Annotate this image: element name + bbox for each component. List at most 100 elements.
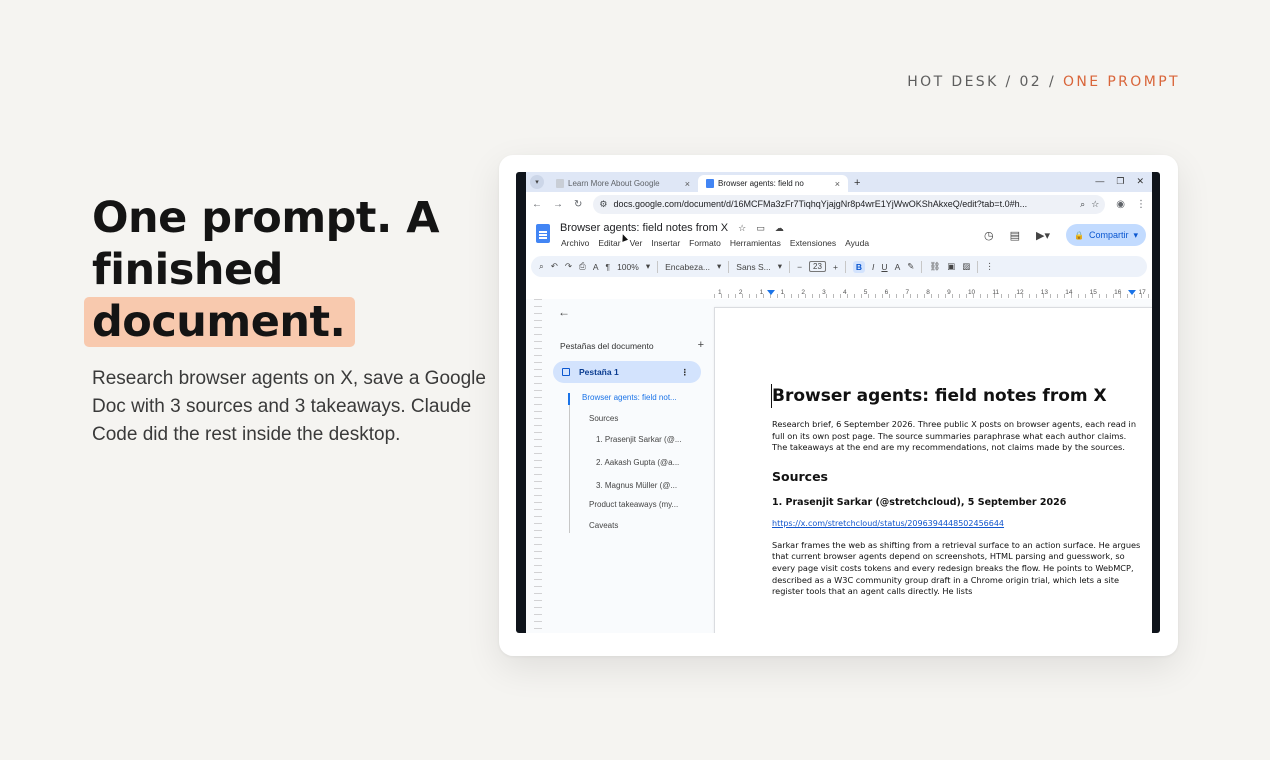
ruler-number: 12 (1016, 289, 1024, 296)
print-icon[interactable]: ⎙ (579, 261, 586, 272)
menu-extensiones[interactable]: Extensiones (790, 238, 836, 248)
add-tab-icon[interactable]: + (698, 339, 704, 351)
reload-icon[interactable]: ↻ (574, 199, 582, 210)
ruler-number: 4 (842, 289, 847, 296)
font-select[interactable]: Sans S... (736, 262, 771, 272)
headline-line2: finished (92, 245, 283, 295)
paint-format-icon[interactable]: ¶ (606, 262, 611, 272)
undo-icon[interactable]: ↶ (551, 261, 558, 272)
outline-item[interactable]: Browser agents: field not... (582, 393, 677, 402)
ruler-number: 11 (992, 289, 1000, 296)
search-menus-icon[interactable]: ⌕ (539, 261, 544, 272)
doc-page[interactable]: Browser agents: field notes from X Resea… (714, 307, 1152, 633)
more-menu-icon[interactable]: ⋮ (1136, 199, 1146, 210)
tab-title: Browser agents: field no (718, 179, 804, 188)
back-arrow-icon[interactable]: ← (558, 305, 570, 319)
comments-icon[interactable]: ▤ (1010, 229, 1020, 242)
meet-icon[interactable]: ▶▾ (1036, 229, 1050, 242)
source1-paragraph: Sarkar frames the web as shifting from a… (772, 539, 1141, 597)
headline-line1: One prompt. A (92, 193, 440, 243)
right-indent-marker-icon[interactable] (1128, 290, 1136, 295)
forward-arrow-icon[interactable]: → (553, 199, 563, 210)
spellcheck-icon[interactable]: A (593, 262, 599, 272)
menu-ayuda[interactable]: Ayuda (845, 238, 869, 248)
close-icon[interactable]: × (685, 179, 690, 189)
zoom-select[interactable]: 100% (617, 262, 639, 272)
outline-active-line (568, 393, 570, 405)
toolbar-divider (789, 260, 791, 273)
toolbar-divider (728, 260, 730, 273)
outline-item[interactable]: Sources (589, 414, 618, 423)
tab-options-icon[interactable]: ⋮ (681, 367, 690, 378)
add-comment-icon[interactable]: ▣ (947, 261, 955, 272)
outline-item[interactable]: 3. Magnus Müller (@... (596, 481, 677, 490)
move-folder-icon[interactable]: ▭ (756, 223, 765, 234)
italic-icon[interactable]: I (872, 262, 874, 272)
ruler-number: 3 (822, 289, 826, 296)
chevron-down-icon[interactable]: ▾ (646, 261, 650, 272)
menu-insertar[interactable]: Insertar (651, 238, 680, 248)
source1-link[interactable]: https://x.com/stretchcloud/status/209639… (772, 519, 1144, 528)
chevron-down-icon[interactable]: ▾ (1133, 230, 1138, 241)
menu-archivo[interactable]: Archivo (561, 238, 589, 248)
browser-tab[interactable]: Learn More About Google × (548, 175, 698, 192)
link-icon[interactable]: ⛓ (929, 261, 940, 272)
browser-tab-active[interactable]: Browser agents: field no × (698, 175, 848, 192)
ruler-number: 5 (863, 289, 868, 296)
minimize-icon[interactable]: — (1095, 176, 1104, 187)
menu-editar[interactable]: Editar (598, 238, 620, 248)
restore-icon[interactable]: ❐ (1116, 176, 1124, 187)
star-icon[interactable]: ☆ (738, 223, 746, 234)
bold-icon[interactable]: B (852, 260, 866, 273)
ruler-number: 2 (738, 289, 743, 296)
ruler-number: 1 (718, 289, 722, 296)
font-size-input[interactable]: 23 (809, 261, 826, 272)
tab-search-icon[interactable]: ▾ (530, 175, 544, 189)
insert-image-icon[interactable]: ▨ (962, 261, 970, 272)
share-button[interactable]: 🔒 Compartir ▾ (1065, 224, 1146, 246)
address-bar[interactable]: ⚙ docs.google.com/document/d/16MCFMa3zFr… (593, 194, 1106, 214)
share-label: Compartir (1088, 230, 1129, 240)
site-settings-icon[interactable]: ⚙ (599, 199, 607, 210)
cloud-status-icon[interactable]: ☁ (775, 223, 784, 234)
doc-tab-item[interactable]: Pestaña 1 ⋮ (553, 361, 701, 383)
outline-item[interactable]: 1. Prasenjit Sarkar (@... (596, 435, 681, 444)
tab-icon (562, 368, 570, 376)
underline-icon[interactable]: U (881, 262, 887, 272)
redo-icon[interactable]: ↷ (565, 261, 572, 272)
more-options-icon[interactable]: ⋮ (985, 261, 994, 272)
text-color-icon[interactable]: A (895, 262, 901, 272)
indent-marker-icon[interactable] (767, 290, 775, 295)
back-arrow-icon[interactable]: ← (532, 199, 542, 210)
history-icon[interactable]: ◷ (984, 229, 994, 242)
horizontal-ruler[interactable]: 1 2 1 1 2 3 4 5 6 7 8 9 10 11 12 13 14 15 16 17 (714, 289, 1152, 299)
address-row: ← → ↻ ⚙ docs.google.com/document/d/16MCF… (526, 192, 1152, 216)
docs-favicon-icon (706, 179, 714, 188)
highlight-icon[interactable]: ✎ (907, 261, 914, 272)
close-window-icon[interactable]: ✕ (1136, 176, 1144, 187)
search-icon[interactable]: ⌕ (1080, 199, 1085, 210)
increase-size-icon[interactable]: + (833, 262, 838, 272)
profile-icon[interactable]: ◉ (1116, 199, 1125, 210)
menu-herramientas[interactable]: Herramientas (730, 238, 781, 248)
outline-item[interactable]: 2. Aakash Gupta (@a... (596, 458, 679, 467)
ruler-number: 2 (801, 289, 805, 296)
style-select[interactable]: Encabeza... (665, 262, 710, 272)
menu-ver[interactable]: Ver (630, 238, 643, 248)
chevron-down-icon[interactable]: ▾ (717, 261, 721, 272)
docs-logo-icon[interactable] (536, 224, 550, 243)
menu-formato[interactable]: Formato (689, 238, 721, 248)
doc-body[interactable]: Browser agents: field notes from X Resea… (771, 384, 1144, 598)
doc-title[interactable]: Browser agents: field notes from X (560, 222, 728, 234)
window-controls: — ❐ ✕ (1095, 176, 1144, 187)
menu-bar: Archivo Editar Ver Insertar Formato Herr… (561, 238, 869, 248)
decrease-size-icon[interactable]: − (797, 262, 802, 272)
close-icon[interactable]: × (835, 179, 840, 189)
bookmark-star-icon[interactable]: ☆ (1091, 199, 1099, 210)
ruler-number: 13 (1040, 289, 1048, 296)
doc-heading-sources: Sources (772, 468, 828, 484)
new-tab-icon[interactable]: + (854, 177, 860, 189)
outline-item[interactable]: Product takeaways (my... (589, 500, 678, 509)
chevron-down-icon[interactable]: ▾ (778, 261, 782, 272)
outline-item[interactable]: Caveats (589, 521, 618, 530)
